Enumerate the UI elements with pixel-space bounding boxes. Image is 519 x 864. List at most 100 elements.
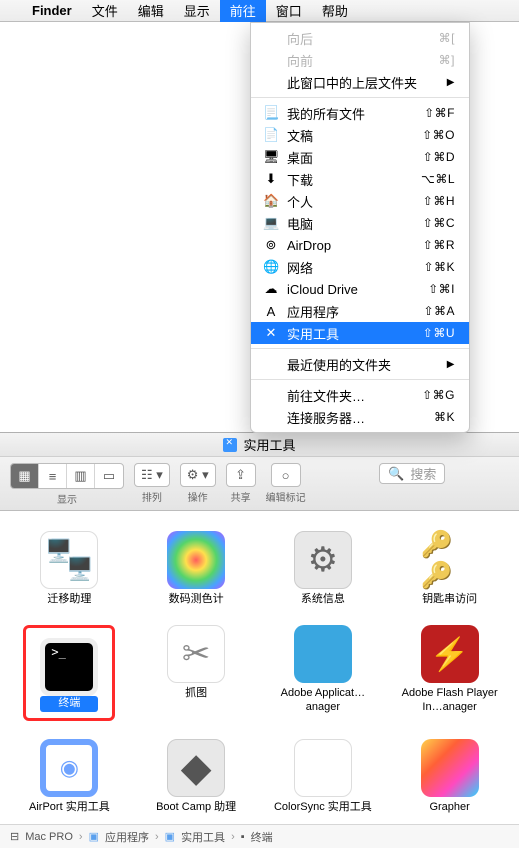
menu-shortcut: ⇧⌘U: [423, 326, 455, 340]
app-icon: [294, 625, 352, 683]
menu-item-label: iCloud Drive: [287, 282, 420, 297]
app-item[interactable]: Adobe Applicat…anager: [264, 625, 383, 721]
menu-separator: [251, 379, 469, 380]
menu-item-label: 桌面: [287, 148, 415, 167]
menu-item-icon: 🖥: [263, 149, 279, 165]
app-label: Boot Camp 助理: [156, 801, 236, 815]
menu-shortcut: ⇧⌘R: [423, 238, 455, 252]
menu-item-icon: 💻: [263, 215, 279, 231]
tags-group: ○ 编辑标记: [266, 463, 306, 504]
app-item[interactable]: Grapher: [390, 739, 509, 815]
folder-icon: ▣: [165, 830, 175, 843]
menu-help[interactable]: 帮助: [312, 0, 358, 22]
menu-item[interactable]: 最近使用的文件夹▶: [251, 353, 469, 375]
menu-item-label: 此窗口中的上层文件夹: [287, 73, 439, 92]
menu-item[interactable]: A应用程序⇧⌘A: [251, 300, 469, 322]
window-titlebar: 实用工具: [0, 433, 519, 457]
menu-item[interactable]: 🏠个人⇧⌘H: [251, 190, 469, 212]
menu-shortcut: ⇧⌘C: [423, 216, 455, 230]
menu-item[interactable]: 前往文件夹… ⇧⌘G: [251, 384, 469, 406]
app-item[interactable]: 钥匙串访问: [390, 531, 509, 607]
app-icon: [40, 739, 98, 797]
menu-item[interactable]: ⊚AirDrop⇧⌘R: [251, 234, 469, 256]
app-item[interactable]: 终端: [10, 625, 129, 721]
menu-shortcut: ⇧⌘K: [423, 260, 455, 274]
path-segment[interactable]: Mac PRO: [25, 831, 73, 843]
app-item[interactable]: 数码测色计: [137, 531, 256, 607]
disk-icon: ⊟: [10, 830, 19, 843]
menu-item-icon: A: [263, 304, 279, 319]
app-icon: [421, 531, 479, 589]
view-coverflow-button[interactable]: ▭: [95, 464, 123, 488]
search-input[interactable]: 🔍 搜索: [379, 463, 445, 484]
menu-window[interactable]: 窗口: [266, 0, 312, 22]
menu-item[interactable]: 📃我的所有文件⇧⌘F: [251, 102, 469, 124]
arrange-button[interactable]: ☷ ▾: [134, 463, 170, 487]
path-segment[interactable]: 终端: [251, 829, 273, 845]
menu-item-icon: 🏠: [263, 193, 279, 209]
tags-button[interactable]: ○: [271, 463, 301, 487]
menu-item-icon: ☁: [263, 281, 279, 297]
app-icon: ▪: [241, 831, 245, 843]
menu-item-label: 前往文件夹…: [287, 386, 414, 405]
menu-item-icon: ⊚: [263, 237, 279, 253]
view-columns-button[interactable]: ▥: [67, 464, 95, 488]
menu-item[interactable]: ⬇下载⌥⌘L: [251, 168, 469, 190]
menu-shortcut: ⇧⌘I: [428, 282, 455, 296]
menubar: Finder 文件 编辑 显示 前往 窗口 帮助: [0, 0, 519, 22]
menu-item[interactable]: 连接服务器…⌘K: [251, 406, 469, 428]
app-item[interactable]: 抓图: [137, 625, 256, 721]
menu-item[interactable]: 🌐网络⇧⌘K: [251, 256, 469, 278]
app-label: 钥匙串访问: [422, 593, 477, 607]
icon-grid: 迁移助理 数码测色计 系统信息钥匙串访问终端抓图 Adobe Applicat…ana…: [0, 511, 519, 824]
menu-item-label: 向前: [287, 51, 431, 70]
app-item[interactable]: 系统信息: [264, 531, 383, 607]
menu-item-icon: 🌐: [263, 259, 279, 275]
app-label: 数码测色计: [169, 593, 224, 607]
menu-edit[interactable]: 编辑: [128, 0, 174, 22]
share-button[interactable]: ⇪: [226, 463, 256, 487]
view-label: 显示: [57, 491, 77, 506]
menu-go[interactable]: 前往: [220, 0, 266, 22]
menu-item-label: 个人: [287, 192, 415, 211]
menu-shortcut: ⇧⌘A: [423, 304, 455, 318]
menu-item-icon: 📃: [263, 105, 279, 121]
app-item[interactable]: 迁移助理: [10, 531, 129, 607]
action-button[interactable]: ⚙ ▾: [180, 463, 216, 487]
app-item[interactable]: ColorSync 实用工具: [264, 739, 383, 815]
app-menu[interactable]: Finder: [22, 0, 82, 22]
menu-item[interactable]: 此窗口中的上层文件夹▶: [251, 71, 469, 93]
view-list-button[interactable]: ≡: [39, 464, 67, 488]
menu-shortcut: ⇧⌘G: [422, 388, 455, 402]
app-label: 抓图: [185, 687, 207, 701]
app-icon: [421, 739, 479, 797]
app-label: Adobe Flash Player In…anager: [395, 687, 505, 715]
view-icons-button[interactable]: ▦: [11, 464, 39, 488]
menu-shortcut: ⌘K: [434, 410, 455, 424]
app-item[interactable]: Adobe Flash Player In…anager: [390, 625, 509, 721]
search-icon: 🔍: [388, 466, 404, 482]
app-item[interactable]: AirPort 实用工具: [10, 739, 129, 815]
menu-item[interactable]: ☁ iCloud Drive ⇧⌘I: [251, 278, 469, 300]
app-label: 迁移助理: [47, 593, 91, 607]
path-segment[interactable]: 应用程序: [105, 829, 149, 845]
app-icon: [421, 625, 479, 683]
menu-item[interactable]: 🖥桌面⇧⌘D: [251, 146, 469, 168]
app-item[interactable]: Boot Camp 助理: [137, 739, 256, 815]
menu-item-icon: ✕: [263, 325, 279, 341]
app-icon: [167, 531, 225, 589]
menu-item: 向前⌘]: [251, 49, 469, 71]
menu-view[interactable]: 显示: [174, 0, 220, 22]
menu-item-label: 文稿: [287, 126, 414, 145]
path-segment[interactable]: 实用工具: [181, 829, 225, 845]
app-icon: [294, 531, 352, 589]
menu-item[interactable]: 💻电脑⇧⌘C: [251, 212, 469, 234]
menu-separator: [251, 348, 469, 349]
menu-file[interactable]: 文件: [82, 0, 128, 22]
finder-window: 实用工具 ▦ ≡ ▥ ▭ 显示 ☷ ▾ 排列 ⚙ ▾ 操作 ⇪ 共享 ○ 编辑标…: [0, 432, 519, 848]
menu-item[interactable]: 📄文稿⇧⌘O: [251, 124, 469, 146]
menu-item[interactable]: ✕实用工具⇧⌘U: [251, 322, 469, 344]
go-menu-dropdown: 向后⌘[向前⌘]此窗口中的上层文件夹▶📃我的所有文件⇧⌘F📄文稿⇧⌘O🖥桌面⇧⌘…: [250, 22, 470, 433]
menu-item-label: 向后: [287, 29, 431, 48]
menu-shortcut: ⌥⌘L: [421, 172, 455, 186]
